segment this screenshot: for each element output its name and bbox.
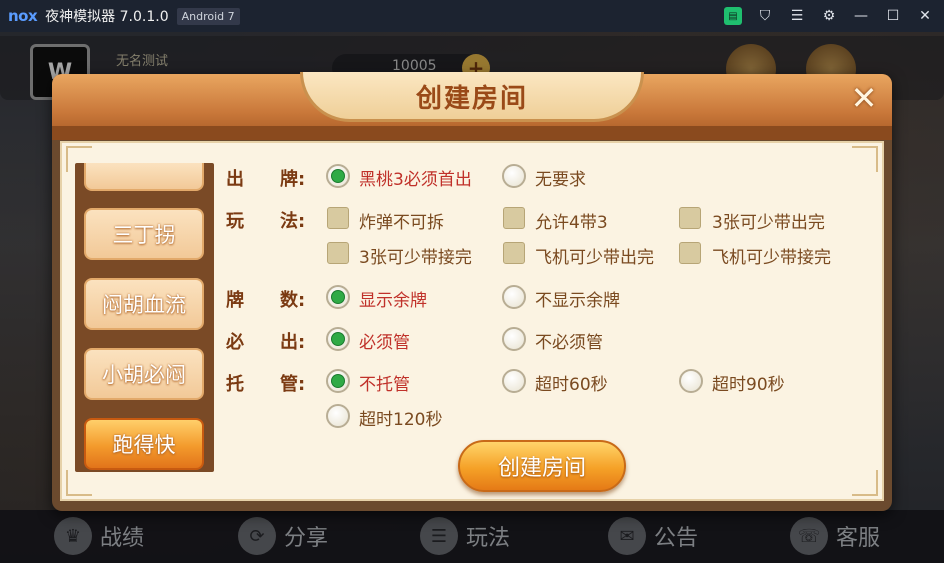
mode-item-hidden[interactable] [84,163,204,191]
option-text: 超时90秒 [712,375,785,395]
dialog-header-band [52,126,892,140]
checkbox-allow-4-with-3[interactable] [503,207,525,229]
option-text: 飞机可少带出完 [535,248,654,268]
option-text: 不必须管 [535,333,603,353]
mode-item-paodekuai[interactable]: 跑得快 [84,418,204,470]
option-text: 不托管 [359,375,410,395]
nox-logo: nox [8,7,38,25]
corner-ornament [852,146,878,172]
radio-not-must-beat[interactable] [502,327,526,351]
maximize-icon[interactable]: ☐ [884,7,902,25]
radio-chupai-none[interactable] [502,164,526,188]
minimize-icon[interactable]: — [852,7,870,25]
option-text: 飞机可少带接完 [712,248,831,268]
label-bichu: 必出: [226,332,306,353]
radio-chupai-heitao3[interactable] [326,164,350,188]
android-version-badge: Android 7 [176,7,240,25]
close-dialog-button[interactable]: ✕ [843,78,885,118]
option-text: 黑桃3必须首出 [359,170,472,190]
option-text: 3张可少带接完 [359,248,472,268]
close-icon[interactable]: ✕ [916,7,934,25]
corner-ornament [852,470,878,496]
option-text: 允许4带3 [535,213,608,233]
radio-hide-remaining[interactable] [502,285,526,309]
radio-timeout-60[interactable] [502,369,526,393]
option-text: 超时60秒 [535,375,608,395]
radio-timeout-90[interactable] [679,369,703,393]
option-text: 必须管 [359,333,410,353]
radio-timeout-120[interactable] [326,404,350,428]
dialog-title: 创建房间 [415,84,528,114]
checkbox-bomb-unsplittable[interactable] [327,207,349,229]
window-controls: ▤ ⛉ ☰ ⚙ — ☐ ✕ [724,0,934,32]
option-text: 3张可少带出完 [712,213,825,233]
checkbox-plane-less-follow[interactable] [679,242,701,264]
label-tuoguan: 托管: [226,374,306,395]
option-text: 不显示余牌 [535,291,620,311]
menu-icon[interactable]: ☰ [788,7,806,25]
radio-must-beat[interactable] [326,327,350,351]
radio-no-autoplay[interactable] [326,369,350,393]
checkbox-triple-less-out[interactable] [679,207,701,229]
corner-ornament [66,470,92,496]
create-room-button[interactable]: 创建房间 [458,440,626,492]
option-text: 显示余牌 [359,291,427,311]
mode-item-menhu-xueliu[interactable]: 闷胡血流 [84,278,204,330]
emulator-titlebar: nox 夜神模拟器 7.0.1.0 Android 7 ▤ ⛉ ☰ ⚙ — ☐ … [0,0,944,32]
option-text: 超时120秒 [359,410,443,430]
emulator-title: 夜神模拟器 7.0.1.0 [45,9,169,25]
option-text: 无要求 [535,170,586,190]
store-icon[interactable]: ▤ [724,7,742,25]
label-paishu: 牌数: [226,290,306,311]
mode-item-xiaohu-bimen[interactable]: 小胡必闷 [84,348,204,400]
option-text: 炸弹不可拆 [359,213,444,233]
label-chupai: 出牌: [226,169,306,190]
mode-item-sandingguai[interactable]: 三丁拐 [84,208,204,260]
shirt-icon[interactable]: ⛉ [756,7,774,25]
label-wanfa: 玩法: [226,211,306,232]
checkbox-plane-less-out[interactable] [503,242,525,264]
checkbox-triple-less-follow[interactable] [327,242,349,264]
radio-show-remaining[interactable] [326,285,350,309]
close-cross-icon: ✕ [850,79,878,117]
gear-icon[interactable]: ⚙ [820,7,838,25]
